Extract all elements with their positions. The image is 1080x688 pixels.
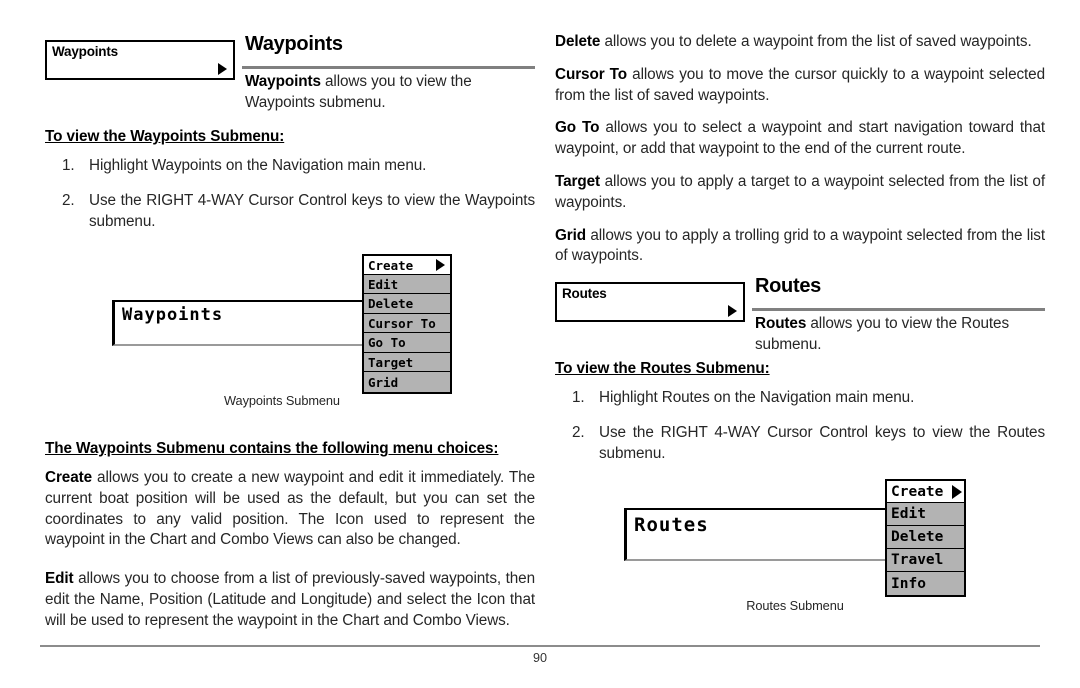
- choice-term: Grid: [555, 226, 587, 244]
- menu-item-label: Edit: [368, 276, 399, 292]
- choice-text: allows you to choose from a list of prev…: [45, 570, 535, 629]
- menu-item-edit[interactable]: Edit: [364, 275, 450, 294]
- step-text: Highlight Routes on the Navigation main …: [599, 389, 915, 406]
- menu-item-label: Go To: [368, 335, 406, 350]
- chevron-right-icon: [952, 484, 962, 499]
- menu-item-label: Grid: [368, 374, 399, 390]
- menu-item-delete[interactable]: Delete: [887, 526, 964, 549]
- choice-text: allows you to apply a target to a waypoi…: [555, 172, 1045, 211]
- choice-term: Create: [45, 469, 93, 486]
- choice-term: Cursor To: [555, 65, 628, 83]
- routes-section-description: Routes allows you to view the Routes sub…: [755, 314, 1045, 356]
- waypoints-menu-chip[interactable]: Waypoints: [45, 40, 235, 80]
- menu-item-create[interactable]: Create: [364, 256, 450, 275]
- choice-grid: Grid allows you to apply a trolling grid…: [555, 226, 1045, 268]
- list-item: 1. Highlight Waypoints on the Navigation…: [45, 156, 535, 177]
- step-text: Highlight Waypoints on the Navigation ma…: [89, 157, 427, 174]
- list-item: 2. Use the RIGHT 4-WAY Cursor Control ke…: [45, 191, 535, 233]
- choice-text: allows you to create a new waypoint and …: [45, 469, 535, 549]
- chevron-right-icon: [218, 63, 227, 75]
- waypoints-term: Waypoints: [245, 73, 321, 90]
- menu-item-go-to[interactable]: Go To: [364, 333, 450, 353]
- waypoints-section-header: Waypoints Waypoints Waypoints allows you…: [45, 30, 535, 111]
- menu-item-grid[interactable]: Grid: [364, 372, 450, 392]
- page-number: 90: [532, 651, 547, 665]
- footer-divider: [40, 645, 1040, 647]
- routes-menu-chip[interactable]: Routes: [555, 282, 745, 322]
- routes-title: Routes: [755, 275, 821, 297]
- title-divider: [752, 308, 1045, 311]
- step-number: 1.: [62, 157, 75, 174]
- menu-item-travel[interactable]: Travel: [887, 549, 964, 572]
- choice-text: allows you to move the cursor quickly to…: [555, 65, 1045, 104]
- routes-section-header: Routes Routes Routes allows you to view …: [555, 272, 1045, 353]
- list-item: 2. Use the RIGHT 4-WAY Cursor Control ke…: [555, 423, 1045, 465]
- right-column-routes: Routes Routes Routes allows you to view …: [555, 272, 1045, 478]
- routes-menu-chip-label: Routes: [562, 286, 607, 301]
- choice-term: Target: [555, 172, 601, 190]
- waypoints-figure-caption: Waypoints Submenu: [224, 393, 340, 408]
- chevron-right-icon: [728, 305, 737, 317]
- left-column-lower: The Waypoints Submenu contains the follo…: [45, 440, 535, 644]
- choice-text: allows you to select a waypoint and star…: [555, 119, 1046, 158]
- waypoints-device-panel: Waypoints: [112, 300, 394, 346]
- step-number: 2.: [62, 191, 75, 209]
- right-column-choices: Delete allows you to delete a waypoint f…: [555, 32, 1045, 279]
- routes-device-panel-label: Routes: [634, 514, 709, 536]
- menu-item-label: Target: [368, 354, 414, 370]
- routes-figure-caption: Routes Submenu: [746, 598, 844, 613]
- step-text: Use the RIGHT 4-WAY Cursor Control keys …: [599, 423, 1045, 462]
- list-item: 1. Highlight Routes on the Navigation ma…: [555, 388, 1045, 409]
- menu-item-label: Travel: [891, 552, 944, 568]
- choice-term: Delete: [555, 33, 601, 50]
- menu-item-info[interactable]: Info: [887, 572, 964, 595]
- menu-item-label: Create: [368, 257, 414, 273]
- menu-item-edit[interactable]: Edit: [887, 503, 964, 526]
- left-column: Waypoints Waypoints Waypoints allows you…: [45, 0, 535, 246]
- menu-item-label: Info: [891, 575, 926, 592]
- waypoints-choices-heading: The Waypoints Submenu contains the follo…: [45, 440, 499, 457]
- choice-term: Go To: [555, 119, 600, 137]
- choice-create: Create allows you to create a new waypoi…: [45, 468, 535, 551]
- waypoints-device-menu[interactable]: Create Edit Delete Cursor To Go To Targe…: [362, 254, 452, 394]
- step-text: Use the RIGHT 4-WAY Cursor Control keys …: [89, 191, 535, 230]
- choice-text: allows you to delete a waypoint from the…: [600, 33, 1032, 50]
- choice-cursor-to: Cursor To allows you to move the cursor …: [555, 65, 1045, 107]
- routes-term: Routes: [755, 315, 807, 332]
- menu-item-label: Edit: [891, 506, 926, 522]
- page-title: Waypoints: [245, 33, 343, 55]
- waypoints-device-panel-label: Waypoints: [122, 305, 224, 325]
- choice-target: Target allows you to apply a target to a…: [555, 172, 1045, 214]
- waypoints-section-description: Waypoints allows you to view the Waypoin…: [245, 72, 535, 114]
- choice-delete: Delete allows you to delete a waypoint f…: [555, 32, 1045, 53]
- step-number: 1.: [572, 389, 585, 406]
- manual-page: Waypoints Waypoints Waypoints allows you…: [0, 0, 1080, 688]
- choice-term: Edit: [45, 570, 74, 588]
- title-divider: [242, 66, 535, 69]
- menu-item-label: Cursor To: [368, 315, 436, 331]
- menu-item-label: Create: [891, 483, 944, 500]
- routes-howto-heading: To view the Routes Submenu:: [555, 360, 770, 377]
- routes-steps-list: 1. Highlight Routes on the Navigation ma…: [555, 388, 1045, 464]
- choice-go-to: Go To allows you to select a waypoint an…: [555, 118, 1045, 160]
- choice-text: allows you to apply a trolling grid to a…: [555, 226, 1045, 265]
- menu-item-label: Delete: [891, 529, 944, 545]
- chevron-right-icon: [436, 259, 445, 271]
- step-number: 2.: [572, 423, 585, 441]
- waypoints-howto-heading: To view the Waypoints Submenu:: [45, 128, 285, 145]
- waypoints-steps-list: 1. Highlight Waypoints on the Navigation…: [45, 156, 535, 232]
- choice-edit: Edit allows you to choose from a list of…: [45, 569, 535, 631]
- menu-item-delete[interactable]: Delete: [364, 294, 450, 314]
- waypoints-menu-chip-label: Waypoints: [52, 44, 118, 59]
- routes-device-menu[interactable]: Create Edit Delete Travel Info: [885, 479, 966, 597]
- menu-item-target[interactable]: Target: [364, 353, 450, 372]
- menu-item-label: Delete: [368, 296, 414, 311]
- routes-device-panel: Routes: [624, 508, 888, 561]
- menu-item-create[interactable]: Create: [887, 481, 964, 503]
- menu-item-cursor-to[interactable]: Cursor To: [364, 314, 450, 333]
